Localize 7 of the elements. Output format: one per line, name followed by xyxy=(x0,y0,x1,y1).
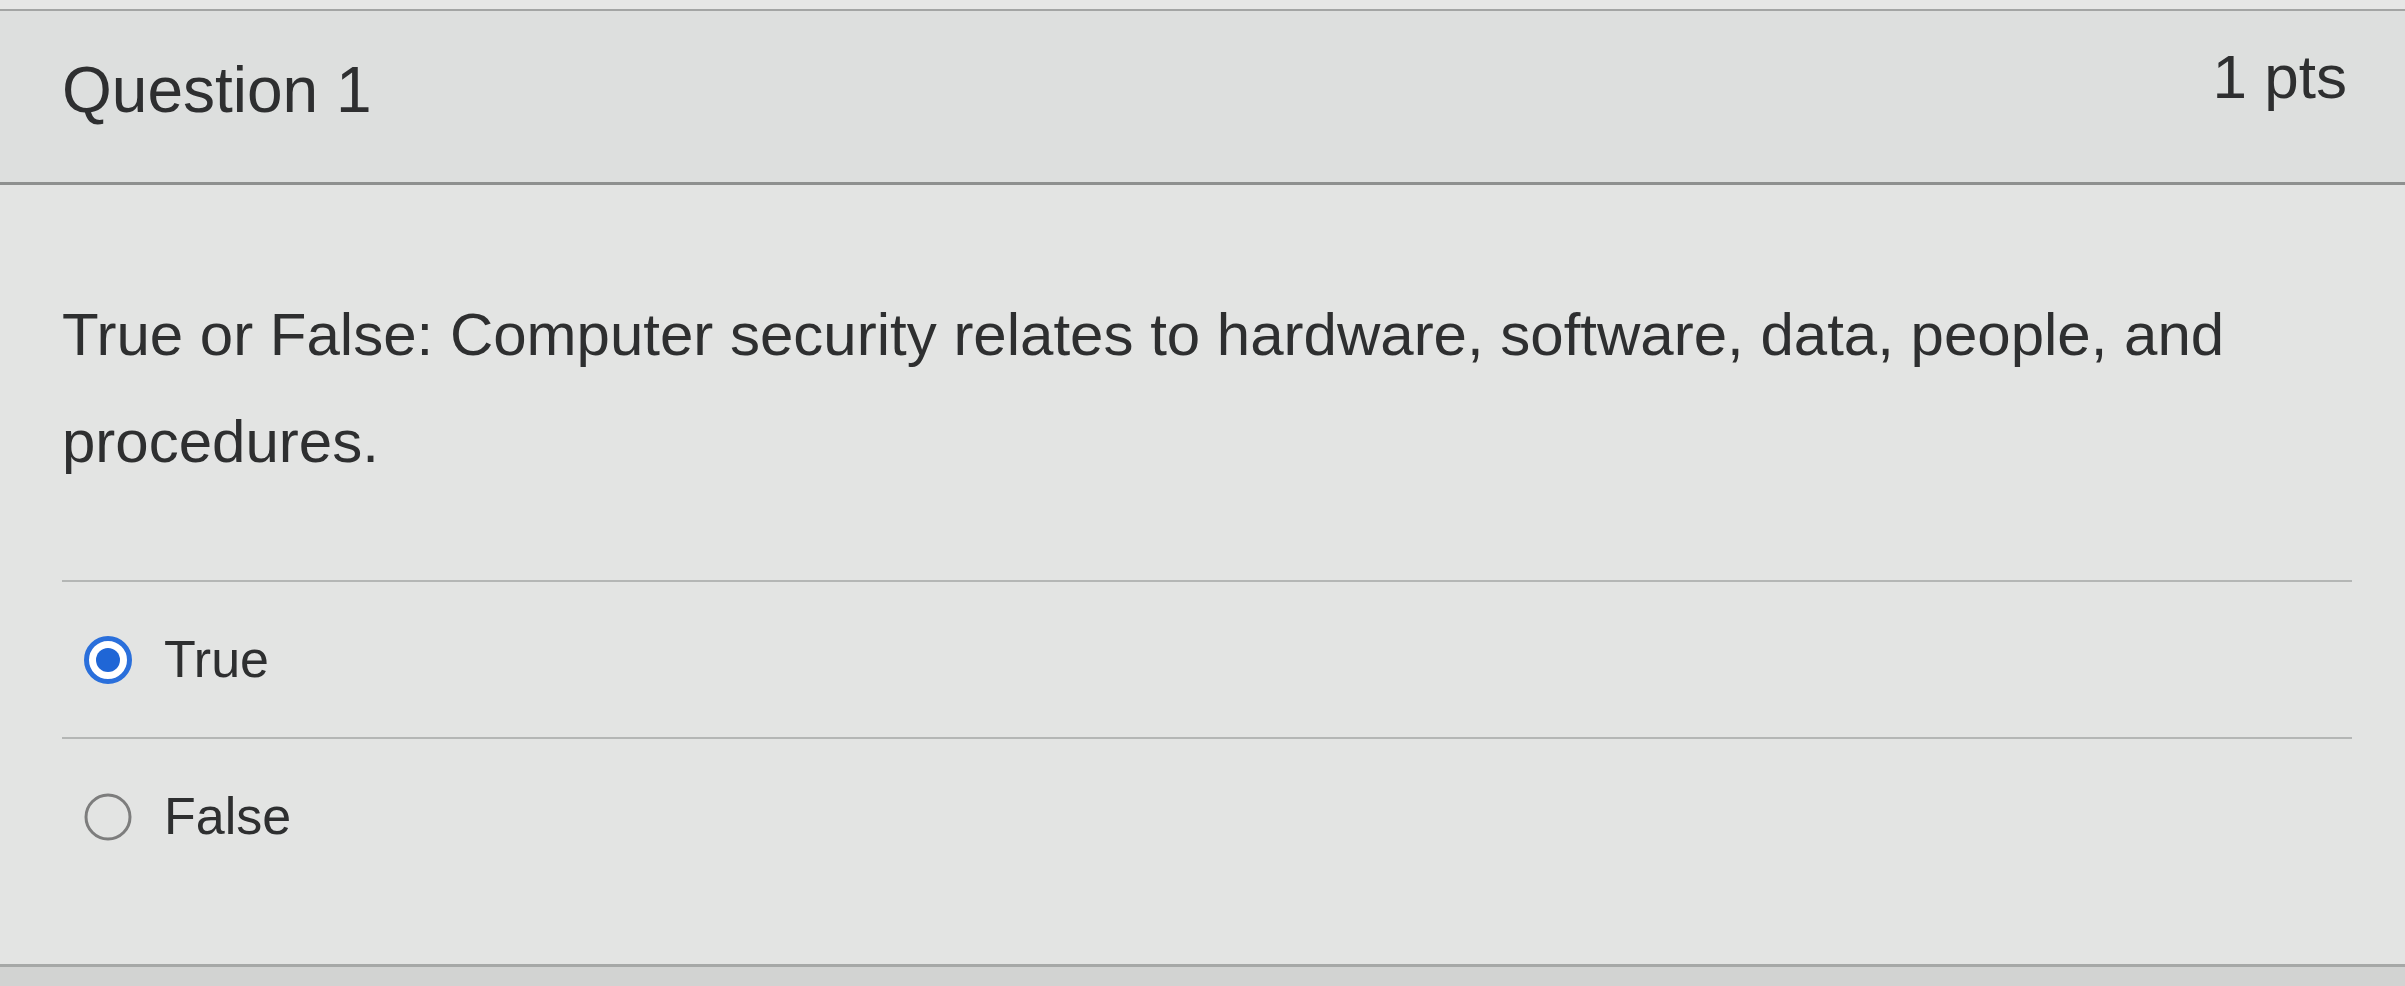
question-text: True or False: Computer security relates to hardware, software, data, people, and procedures. xyxy=(62,300,2226,477)
answer-label[interactable]: True xyxy=(164,629,269,690)
radio-button[interactable] xyxy=(84,792,132,841)
radio-button[interactable] xyxy=(84,635,132,684)
points-label: 1 pts xyxy=(2212,43,2347,112)
answer-label[interactable]: False xyxy=(164,786,292,847)
question-title: Question 1 xyxy=(62,55,372,126)
